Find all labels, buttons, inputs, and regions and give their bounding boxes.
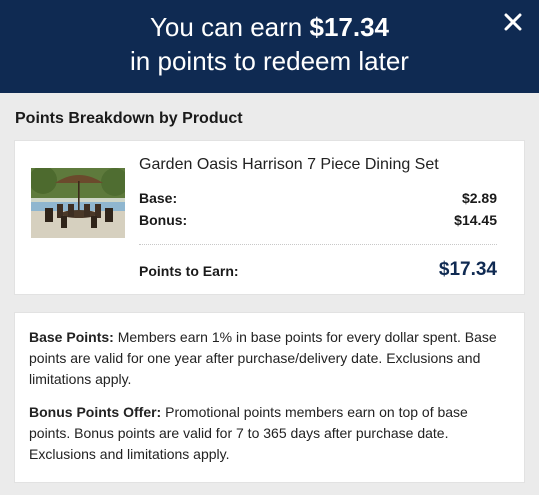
base-label: Base:: [139, 190, 178, 206]
bonus-label: Bonus:: [139, 212, 188, 228]
divider: [139, 244, 497, 245]
bonus-value: $14.45: [454, 212, 497, 228]
points-info-card: Base Points: Members earn 1% in base poi…: [14, 312, 525, 483]
bonus-points-row: Bonus: $14.45: [139, 212, 497, 228]
points-to-earn-value: $17.34: [438, 259, 497, 280]
points-header: You can earn $17.34 in points to redeem …: [0, 0, 539, 93]
bonus-points-info: Bonus Points Offer: Promotional points m…: [29, 402, 510, 465]
bonus-points-info-title: Bonus Points Offer:: [29, 404, 162, 420]
product-card: Garden Oasis Harrison 7 Piece Dining Set…: [14, 140, 525, 295]
base-points-info: Base Points: Members earn 1% in base poi…: [29, 327, 510, 390]
earn-amount: $17.34: [309, 12, 390, 42]
earn-prefix: You can earn: [149, 12, 310, 42]
earn-headline: You can earn $17.34: [0, 11, 539, 43]
product-name[interactable]: Garden Oasis Harrison 7 Piece Dining Set: [139, 156, 439, 174]
base-value: $2.89: [461, 190, 497, 206]
points-to-earn-label: Points to Earn:: [139, 263, 239, 279]
base-points-row: Base: $2.89: [139, 190, 497, 206]
close-icon: [504, 13, 522, 31]
points-to-earn-row: Points to Earn: $17.34: [139, 259, 497, 280]
base-points-info-title: Base Points:: [29, 329, 114, 345]
breakdown-title: Points Breakdown by Product: [15, 110, 243, 127]
product-image[interactable]: [31, 168, 125, 238]
earn-subtitle: in points to redeem later: [130, 46, 409, 76]
close-button[interactable]: [501, 10, 525, 34]
